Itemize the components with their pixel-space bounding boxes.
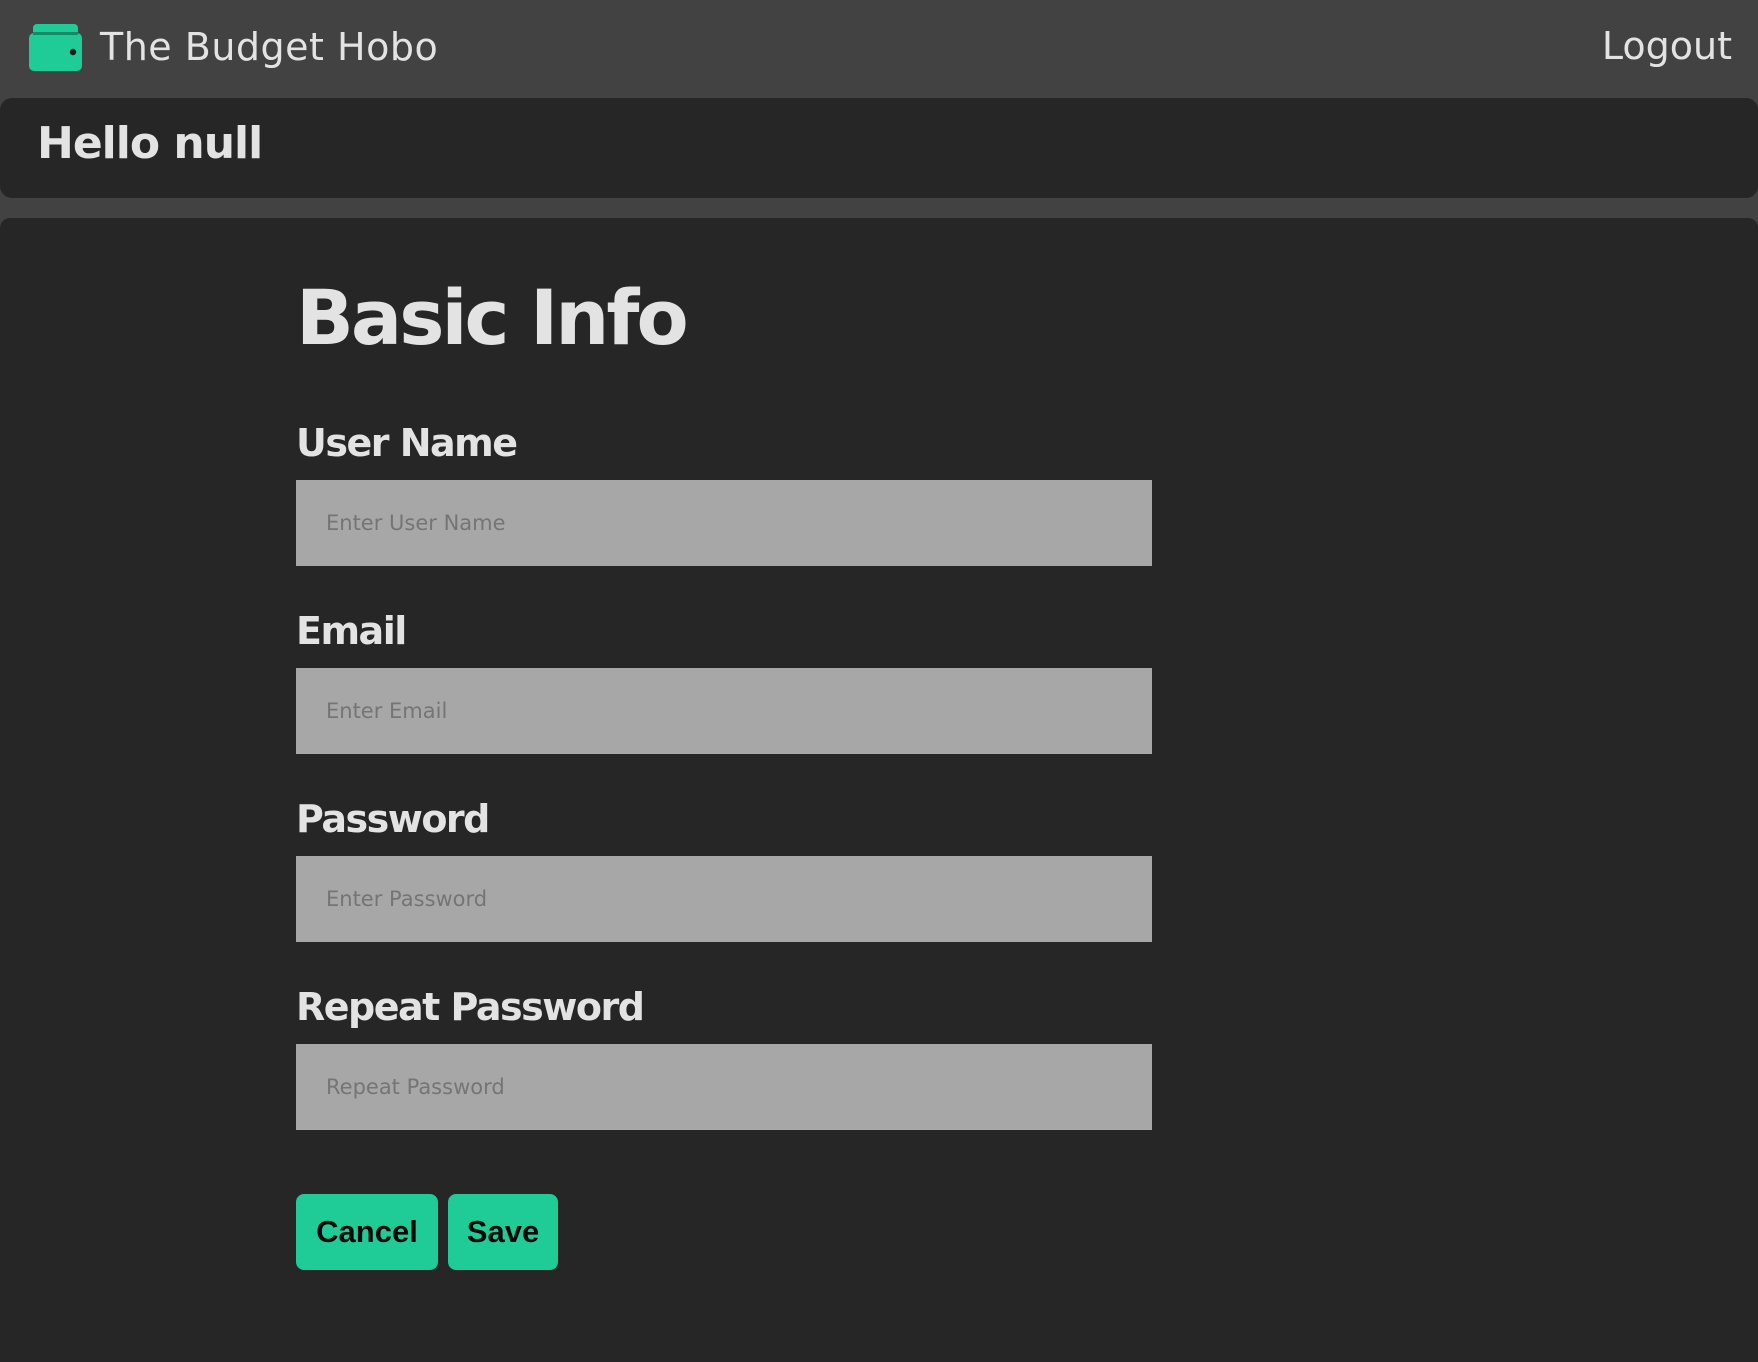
- brand-link[interactable]: The Budget Hobo: [29, 22, 438, 72]
- user-name-input[interactable]: [296, 480, 1152, 566]
- password-label: Password: [296, 797, 490, 841]
- main-panel: Basic Info User Name Email Password Repe…: [0, 218, 1758, 1362]
- password-input[interactable]: [296, 856, 1152, 942]
- repeat-password-label: Repeat Password: [296, 985, 645, 1029]
- save-button[interactable]: Save: [448, 1194, 558, 1270]
- wallet-icon: [29, 23, 82, 71]
- greeting-text: Hello null: [37, 118, 263, 169]
- repeat-password-input[interactable]: [296, 1044, 1152, 1130]
- logout-link[interactable]: Logout: [1602, 24, 1732, 68]
- cancel-button[interactable]: Cancel: [296, 1194, 438, 1270]
- page-title: Basic Info: [296, 273, 689, 362]
- top-navbar: The Budget Hobo Logout: [0, 0, 1758, 97]
- brand-name: The Budget Hobo: [100, 25, 439, 69]
- email-label: Email: [296, 609, 407, 653]
- email-input[interactable]: [296, 668, 1152, 754]
- greeting-card: Hello null: [0, 98, 1758, 198]
- user-name-label: User Name: [296, 421, 518, 465]
